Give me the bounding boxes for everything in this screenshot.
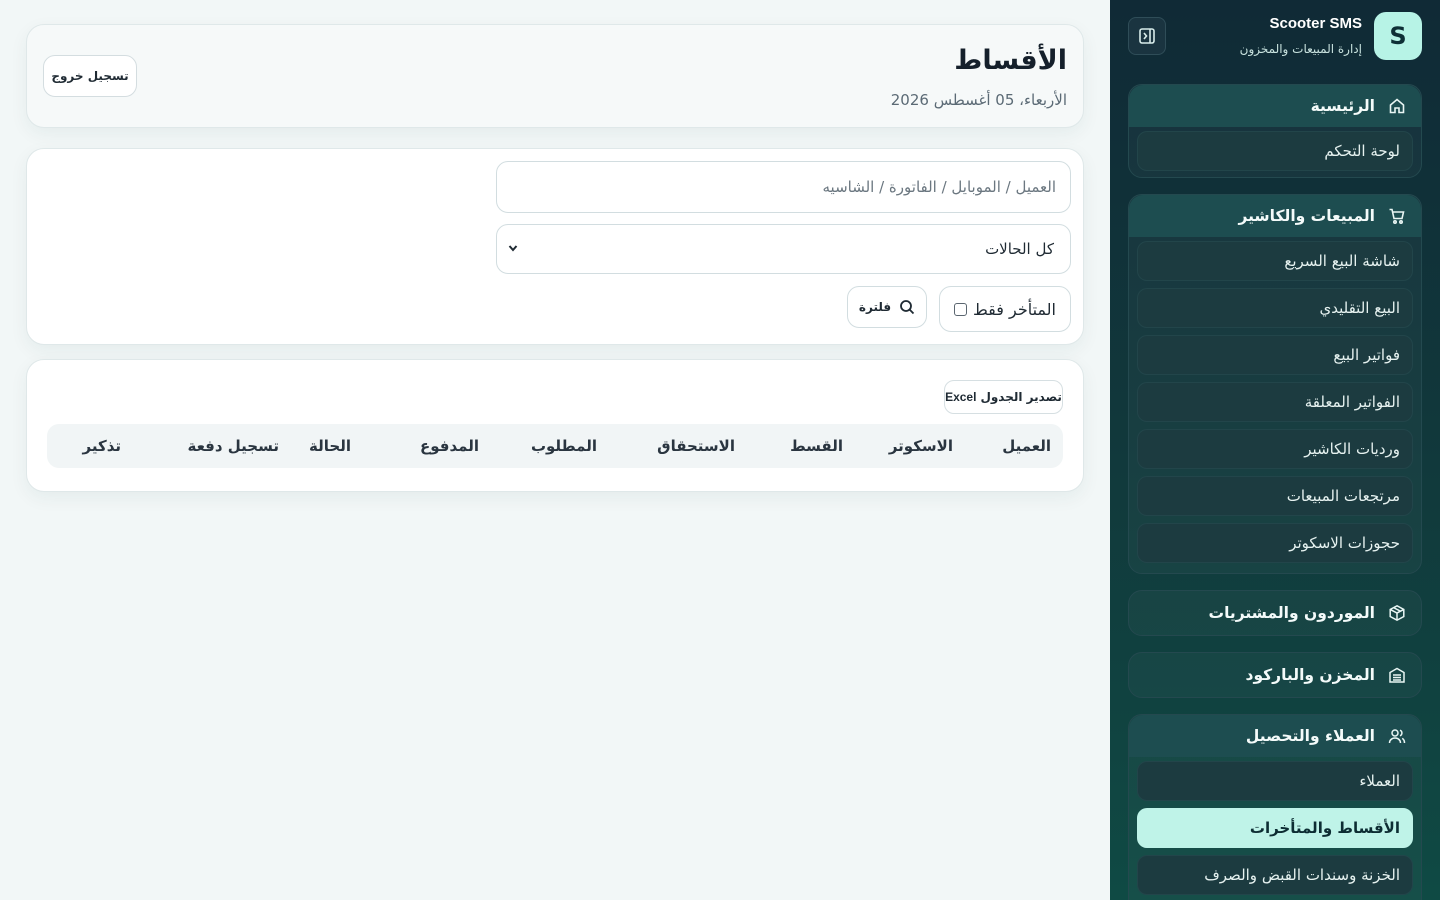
chevron-down-icon	[508, 245, 518, 252]
export-excel-button[interactable]: تصدير الجدول Excel	[944, 380, 1063, 414]
filter-button-label: فلترة	[858, 300, 892, 314]
home-icon	[1387, 96, 1407, 116]
page-date: الأربعاء، 05 أغسطس 2026	[890, 91, 1067, 109]
table-header-row: العميل الاسكوتر القسط الاستحقاق المطلوب …	[47, 424, 1063, 468]
nav-group-suppliers-label: الموردون والمشتريات	[1208, 604, 1376, 622]
nav-group-sales-label: المبيعات والكاشير	[1238, 207, 1375, 225]
status-select[interactable]: كل الحالات	[496, 224, 1071, 274]
logout-button[interactable]: تسجيل خروج	[43, 55, 137, 97]
nav-group-customers-label: العملاء والتحصيل	[1245, 727, 1375, 745]
column-header-scooter[interactable]: الاسكوتر	[889, 437, 953, 455]
checkbox-box[interactable]	[954, 302, 967, 316]
nav-item-pending-invoices[interactable]: الفواتير المعلقة	[1137, 382, 1413, 422]
users-icon	[1387, 726, 1407, 746]
brand-name: Scooter SMS	[1269, 15, 1362, 32]
nav-group-sales-header[interactable]: المبيعات والكاشير	[1129, 195, 1421, 237]
column-header-due-date[interactable]: الاستحقاق	[657, 437, 735, 455]
filters-panel: كل الحالات المتأخر فقط فلترة	[26, 148, 1084, 345]
page-header: الأقساط الأربعاء، 05 أغسطس 2026 تسجيل خر…	[26, 24, 1084, 128]
nav-group-sales: المبيعات والكاشير شاشة البيع السريع البي…	[1128, 194, 1422, 574]
search-input[interactable]	[496, 161, 1071, 213]
nav-item-traditional-sale[interactable]: البيع التقليدي	[1137, 288, 1413, 328]
column-header-required[interactable]: المطلوب	[531, 437, 597, 455]
sidebar-collapse-icon	[1139, 28, 1155, 44]
brand: S Scooter SMS إدارة المبيعات والمخزون	[1128, 12, 1422, 60]
column-header-record-payment[interactable]: تسجيل دفعة	[187, 437, 279, 455]
page-title: الأقساط	[954, 45, 1067, 76]
brand-logo: S	[1374, 12, 1422, 60]
nav-group-suppliers-header[interactable]: الموردون والمشتريات	[1129, 591, 1421, 635]
nav-item-scooter-bookings[interactable]: حجوزات الاسكوتر	[1137, 523, 1413, 563]
nav-item-sales-returns[interactable]: مرتجعات المبيعات	[1137, 476, 1413, 516]
export-label: تصدير الجدول	[980, 390, 1062, 404]
late-only-label: المتأخر فقط	[972, 299, 1056, 319]
column-header-reminder[interactable]: تذكير	[83, 437, 121, 455]
nav-group-home-label: الرئيسية	[1310, 97, 1375, 115]
nav-group-home: الرئيسية لوحة التحكم	[1128, 84, 1422, 178]
column-header-paid[interactable]: المدفوع	[420, 437, 479, 455]
nav-group-home-header[interactable]: الرئيسية	[1129, 85, 1421, 127]
nav-group-warehouse-header[interactable]: المخزن والباركود	[1129, 653, 1421, 697]
box-icon	[1387, 603, 1407, 623]
search-icon	[900, 300, 915, 315]
filter-button[interactable]: فلترة	[847, 286, 927, 328]
brand-subtitle: إدارة المبيعات والمخزون	[1239, 42, 1362, 56]
nav-group-customers: العملاء والتحصيل العملاء الأقساط والمتأخ…	[1128, 714, 1422, 900]
nav-item-sales-invoices[interactable]: فواتير البيع	[1137, 335, 1413, 375]
nav-item-customers[interactable]: العملاء	[1137, 761, 1413, 801]
warehouse-icon	[1387, 665, 1407, 685]
column-header-status[interactable]: الحالة	[309, 437, 351, 455]
nav-item-installments[interactable]: الأقساط والمتأخرات	[1137, 808, 1413, 848]
cart-icon	[1387, 206, 1407, 226]
installments-table-card: تصدير الجدول Excel العميل الاسكوتر القسط…	[26, 359, 1084, 492]
nav-item-treasury[interactable]: الخزنة وسندات القبض والصرف	[1137, 855, 1413, 895]
nav-item-quick-sale[interactable]: شاشة البيع السريع	[1137, 241, 1413, 281]
nav-group-customers-header[interactable]: العملاء والتحصيل	[1129, 715, 1421, 757]
nav-group-warehouse-label: المخزن والباركود	[1245, 666, 1376, 684]
column-header-installment[interactable]: القسط	[790, 437, 843, 455]
nav-item-dashboard[interactable]: لوحة التحكم	[1137, 131, 1413, 171]
sidebar: S Scooter SMS إدارة المبيعات والمخزون ال…	[1110, 0, 1440, 900]
status-select-value: كل الحالات	[985, 240, 1054, 258]
nav-group-warehouse[interactable]: المخزن والباركود	[1128, 652, 1422, 698]
sidebar-collapse-button[interactable]	[1128, 17, 1166, 55]
export-brand: Excel	[945, 390, 977, 404]
late-only-checkbox[interactable]: المتأخر فقط	[939, 286, 1071, 332]
nav-group-suppliers[interactable]: الموردون والمشتريات	[1128, 590, 1422, 636]
nav-item-cashier-shifts[interactable]: ورديات الكاشير	[1137, 429, 1413, 469]
column-header-customer[interactable]: العميل	[1002, 437, 1051, 455]
